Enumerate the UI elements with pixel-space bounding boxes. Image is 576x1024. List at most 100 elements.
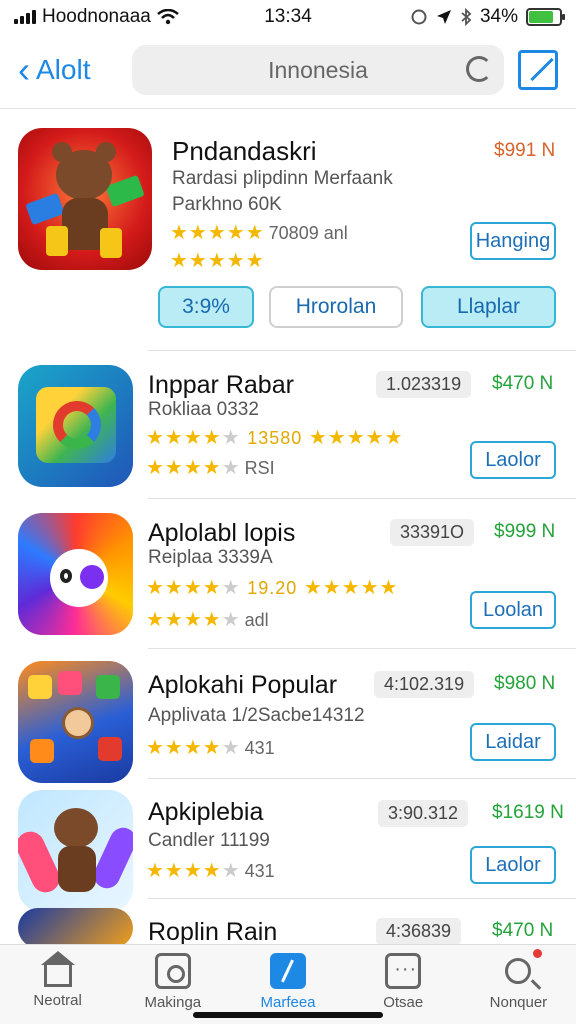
star-icon: ★ [379, 577, 399, 599]
divider [0, 108, 576, 109]
rotation-lock-icon [411, 9, 427, 25]
battery-icon [526, 8, 565, 26]
featured-pill-3[interactable]: Llaplar [421, 286, 556, 328]
star-icon: ★★★★ [146, 737, 222, 759]
star-icon: ★★★★ [146, 427, 222, 449]
get-button[interactable]: Laidar [470, 723, 556, 761]
app-icon[interactable] [18, 661, 133, 783]
app-row: Inppar Rabar 1.023319 $470 N Rokliaa 033… [0, 365, 576, 505]
divider [148, 898, 576, 899]
star-icon: ★ [221, 577, 241, 599]
location-icon [436, 10, 451, 24]
divider [148, 778, 576, 779]
rating-count: 70809 anl [268, 223, 348, 243]
featured-rating-2: ★★★★★ [170, 250, 265, 272]
search-field[interactable]: Innonesia [132, 45, 504, 95]
home-indicator [193, 1012, 383, 1018]
app-rating: ★★★★★ 13580 ★★★★★ [146, 425, 404, 450]
rating-meta: 431 [244, 738, 275, 758]
get-button[interactable]: Loolan [470, 591, 556, 629]
app-icon[interactable] [18, 513, 133, 635]
nav-bar: ‹ Alolt Innonesia [0, 40, 576, 100]
tab-label: Makinga [144, 994, 202, 1011]
carrier-label: Hoodnonaaa [42, 6, 151, 27]
featured-subtitle-2: Parkhno 60K [172, 194, 282, 215]
tab-nonquer[interactable]: Nonquer [461, 945, 576, 1024]
wifi-icon [157, 9, 179, 25]
home-icon [40, 951, 75, 987]
featured-app-icon[interactable] [18, 128, 152, 270]
get-button[interactable]: Laolor [470, 441, 556, 479]
app-title: Inppar Rabar [148, 371, 294, 399]
app-price: $470 N [492, 373, 554, 394]
featured-pill-2[interactable]: Hrorolan [269, 286, 403, 328]
icon-shape [28, 675, 52, 699]
divider [148, 648, 576, 649]
app-rank: 33391O [390, 519, 475, 546]
icon-shape [30, 739, 54, 763]
star-icon: ★ [221, 860, 241, 882]
star-icon: ★ [221, 457, 241, 479]
app-title: Apkiplebia [148, 798, 264, 826]
app-icon[interactable] [18, 790, 133, 912]
app-subtitle: Candler 11199 [148, 830, 270, 851]
star-icon: ★★★★ [308, 427, 385, 449]
bluetooth-icon [461, 8, 472, 26]
back-button[interactable]: ‹ Alolt [18, 52, 118, 88]
app-title: Aplolabl lopis [148, 519, 296, 547]
app-subtitle: Applivata 1/2Sacbe14312 [148, 705, 365, 726]
divider [148, 498, 576, 499]
bag-shape [100, 228, 122, 258]
featured-pill-1[interactable]: 3:9% [158, 286, 254, 328]
app-rank: 3:90.312 [378, 800, 469, 827]
rating-meta: adl [244, 610, 269, 630]
clock: 13:34 [264, 6, 312, 27]
app-rating: ★★★★★ 431 [146, 735, 275, 760]
camera-icon [154, 953, 191, 989]
star-icon: ★★★★★ [170, 222, 265, 244]
tab-label: Marfeea [260, 994, 316, 1011]
app-rank: 4:36839 [376, 918, 462, 945]
rating-meta: 431 [244, 861, 275, 881]
battery-percent: 34% [479, 6, 518, 27]
tab-neotral[interactable]: Neotral [0, 945, 115, 1024]
tab-label: Neotral [33, 992, 82, 1009]
rating-count: 13580 [247, 428, 303, 448]
icon-shape [53, 401, 101, 449]
app-icon[interactable] [18, 365, 133, 487]
star-icon: ★★★★ [146, 860, 222, 882]
app-rating-2: ★★★★★ RSI [146, 455, 275, 480]
app-title: Aplokahi Popular [148, 671, 338, 699]
signal-icon [14, 10, 36, 24]
tab-label: Otsae [383, 994, 424, 1011]
icon-shape [58, 846, 96, 892]
star-icon: ★★★★ [146, 577, 222, 599]
star-icon: ★★★★ [146, 609, 222, 631]
search-icon [500, 949, 543, 989]
icon-shape [96, 675, 120, 699]
featured-action-button[interactable]: Hanging [470, 222, 556, 260]
search-text: Innonesia [268, 56, 368, 83]
app-row: Aplokahi Popular 4:102.319 $980 N Appliv… [0, 661, 576, 801]
star-icon: ★ [221, 609, 241, 631]
icon-shape [98, 737, 122, 761]
compose-icon[interactable] [518, 50, 558, 90]
get-button[interactable]: Laolor [470, 846, 556, 884]
ticket-shape [25, 192, 65, 226]
app-subtitle: Rokliaa 0332 [148, 399, 259, 420]
app-price: $1619 N [492, 802, 564, 823]
refresh-icon[interactable] [466, 56, 492, 82]
activity-icon [270, 953, 306, 989]
app-price: $470 N [492, 920, 554, 941]
star-icon: ★ [384, 427, 404, 449]
featured-title: Pndandaskri [172, 136, 317, 166]
app-row: Roplin Rain 4:36839 $470 N [0, 908, 576, 948]
app-icon[interactable] [18, 908, 133, 948]
divider [148, 350, 576, 351]
icon-shape [58, 671, 82, 695]
featured-price: $991 N [494, 140, 556, 161]
tab-label: Nonquer [489, 994, 548, 1011]
icon-shape [60, 569, 72, 583]
icon-shape [54, 808, 98, 848]
magnifier-shape [505, 958, 532, 984]
